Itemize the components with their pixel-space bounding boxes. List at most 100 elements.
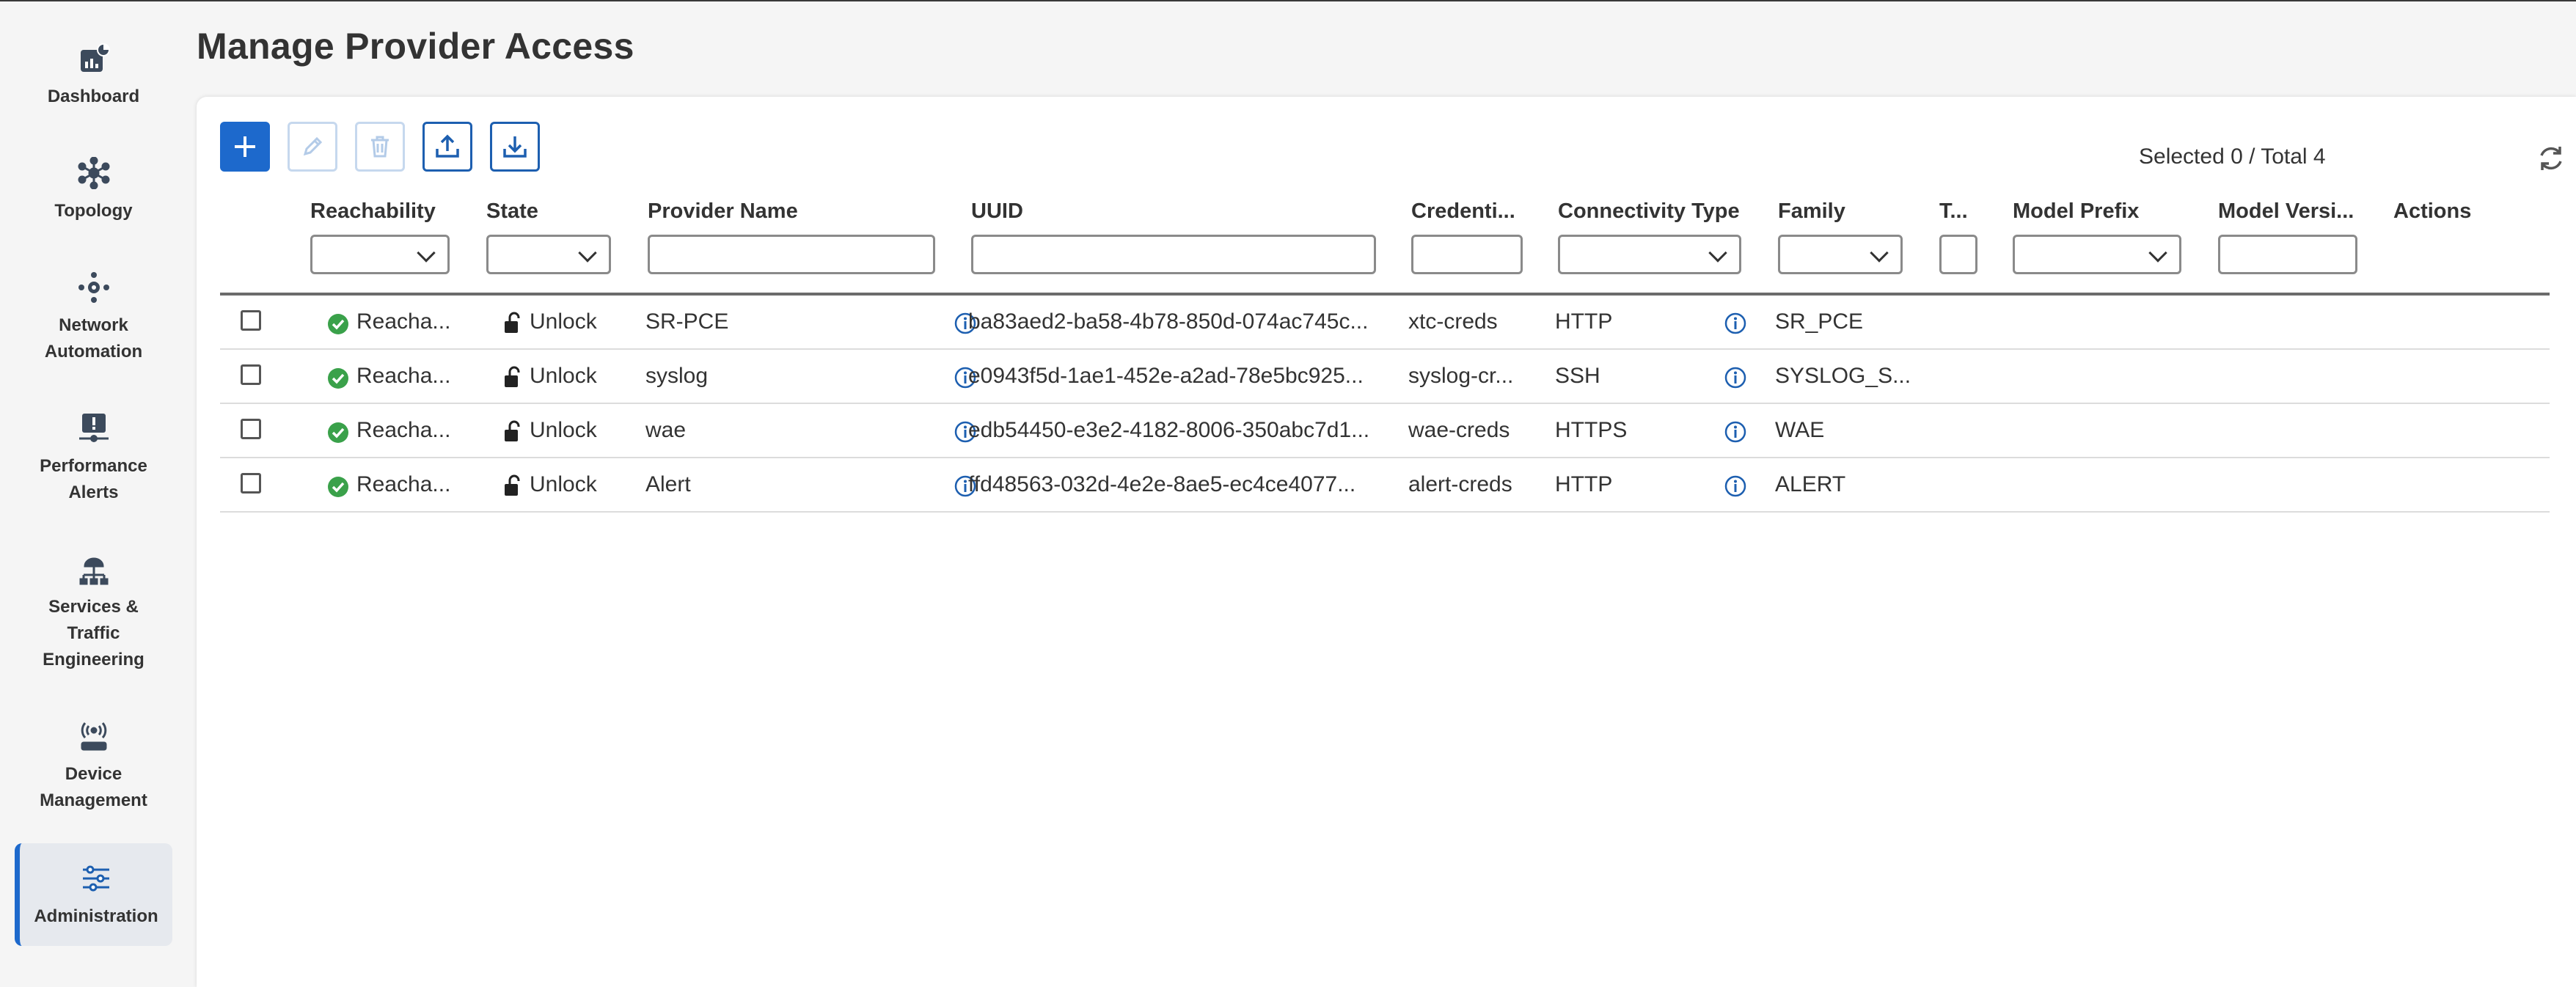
sidebar: Dashboard Topology Network Automation Pe…: [0, 1, 194, 987]
unlock-icon: [505, 420, 520, 441]
sidebar-item-performance-alerts[interactable]: Performance Alerts: [15, 411, 172, 506]
row-checkbox[interactable]: [241, 364, 261, 385]
reachability-cell: Reacha...: [356, 309, 451, 334]
row-checkbox[interactable]: [241, 473, 261, 493]
column-header-state[interactable]: State: [486, 199, 538, 224]
column-header-type[interactable]: T...: [1939, 199, 1968, 224]
reachable-check-icon: [328, 477, 348, 497]
sidebar-item-label: Device Management: [40, 764, 147, 810]
reachability-cell: Reacha...: [356, 472, 451, 496]
reachable-check-icon: [328, 422, 348, 443]
table-row[interactable]: Reacha... Unlock syslog e0943f5d-1ae1-45…: [220, 350, 2550, 404]
top-border: [0, 0, 2576, 1]
connectivity-info-icon[interactable]: [1724, 420, 1747, 444]
connectivity-type-cell: SSH: [1555, 364, 1600, 388]
connectivity-type-cell: HTTP: [1555, 309, 1613, 334]
connectivity-info-icon[interactable]: [1724, 366, 1747, 389]
sidebar-item-dashboard[interactable]: Dashboard: [15, 41, 172, 110]
state-cell: Unlock: [530, 309, 597, 334]
state-cell: Unlock: [530, 364, 597, 388]
sidebar-item-network-automation[interactable]: Network Automation: [15, 270, 172, 365]
uuid-cell: ffd48563-032d-4e2e-8ae5-ec4ce4077...: [968, 472, 1356, 496]
export-button[interactable]: [422, 122, 472, 172]
provider-name-cell: Alert: [645, 472, 691, 496]
page-title: Manage Provider Access: [197, 26, 634, 67]
column-header-reachability[interactable]: Reachability: [310, 199, 436, 224]
uuid-cell: ba83aed2-ba58-4b78-850d-074ac745c...: [968, 309, 1369, 334]
credentials-cell: xtc-creds: [1408, 309, 1498, 334]
table-row[interactable]: Reacha... Unlock Alert ffd48563-032d-4e2…: [220, 458, 2550, 513]
upload-icon: [436, 134, 459, 158]
connectivity-type-cell: HTTPS: [1555, 418, 1628, 442]
reachability-filter[interactable]: [310, 235, 450, 274]
network-automation-icon: [76, 270, 111, 305]
family-cell: SYSLOG_S...: [1775, 364, 1911, 388]
provider-name-cell: SR-PCE: [645, 309, 729, 334]
connectivity-type-filter[interactable]: [1558, 235, 1741, 274]
uuid-cell: e0943f5d-1ae1-452e-a2ad-78e5bc925...: [968, 364, 1364, 388]
provider-name-cell: wae: [645, 418, 687, 442]
import-button[interactable]: [490, 122, 540, 172]
sidebar-item-label: Network Automation: [44, 315, 143, 362]
state-cell: Unlock: [530, 418, 597, 442]
model-prefix-filter[interactable]: [2013, 235, 2181, 274]
unlock-icon: [505, 312, 520, 333]
column-header-credentials[interactable]: Credenti...: [1411, 199, 1521, 224]
family-filter[interactable]: [1778, 235, 1903, 274]
services-icon: [76, 551, 111, 587]
sidebar-item-administration[interactable]: Administration: [15, 843, 172, 946]
uuid-cell: edb54450-e3e2-4182-8006-350abc7d1...: [968, 418, 1370, 442]
delete-button[interactable]: [355, 122, 405, 172]
connectivity-info-icon[interactable]: [1724, 474, 1747, 498]
column-header-family[interactable]: Family: [1778, 199, 1845, 224]
unlock-icon: [505, 366, 520, 387]
selection-count: Selected 0 / Total 4: [2139, 144, 2326, 169]
credentials-cell: alert-creds: [1408, 472, 1512, 496]
main-card: Selected 0 / Total 4 Reachability State …: [197, 97, 2576, 987]
refresh-icon[interactable]: [2535, 142, 2567, 175]
sidebar-item-services-traffic-engineering[interactable]: Services & Traffic Engineering: [15, 551, 172, 673]
column-header-model-version[interactable]: Model Versi...: [2218, 199, 2361, 224]
sidebar-item-label: Services & Traffic Engineering: [43, 597, 144, 669]
provider-name-filter[interactable]: [648, 235, 935, 274]
provider-name-cell: syslog: [645, 364, 709, 388]
administration-icon: [78, 861, 114, 896]
reachability-cell: Reacha...: [356, 418, 451, 442]
uuid-filter[interactable]: [971, 235, 1376, 274]
column-header-uuid[interactable]: UUID: [971, 199, 1023, 224]
edit-button[interactable]: [288, 122, 337, 172]
family-cell: ALERT: [1775, 472, 1846, 496]
dashboard-icon: [76, 41, 111, 76]
sidebar-item-label: Topology: [54, 201, 133, 221]
connectivity-type-cell: HTTP: [1555, 472, 1613, 496]
sidebar-item-label: Dashboard: [47, 87, 140, 106]
sidebar-item-topology[interactable]: Topology: [15, 155, 172, 224]
plus-icon: [235, 136, 255, 157]
table-header: Reachability State Provider Name UUID Cr…: [220, 199, 2550, 296]
unlock-icon: [505, 474, 520, 496]
sidebar-item-label: Administration: [34, 906, 158, 926]
state-filter[interactable]: [486, 235, 611, 274]
column-header-provider-name[interactable]: Provider Name: [648, 199, 798, 224]
table-row[interactable]: Reacha... Unlock SR-PCE ba83aed2-ba58-4b…: [220, 296, 2550, 350]
family-cell: SR_PCE: [1775, 309, 1864, 334]
column-header-actions: Actions: [2393, 199, 2472, 223]
pencil-icon: [303, 136, 323, 156]
sidebar-item-device-management[interactable]: Device Management: [15, 719, 172, 814]
add-button[interactable]: [220, 122, 270, 172]
sidebar-item-label: Performance Alerts: [40, 456, 147, 502]
device-management-icon: [76, 719, 111, 754]
table-row[interactable]: Reacha... Unlock wae edb54450-e3e2-4182-…: [220, 404, 2550, 458]
column-header-model-prefix[interactable]: Model Prefix: [2013, 199, 2139, 224]
model-version-filter[interactable]: [2218, 235, 2357, 274]
credentials-filter[interactable]: [1411, 235, 1523, 274]
reachability-cell: Reacha...: [356, 364, 451, 388]
column-header-connectivity-type[interactable]: Connectivity Type: [1558, 199, 1740, 224]
connectivity-info-icon[interactable]: [1724, 312, 1747, 335]
credentials-cell: wae-creds: [1408, 418, 1510, 442]
type-filter[interactable]: [1939, 235, 1977, 274]
row-checkbox[interactable]: [241, 310, 261, 331]
row-checkbox[interactable]: [241, 419, 261, 439]
topology-icon: [76, 155, 111, 191]
family-cell: WAE: [1775, 418, 1825, 442]
